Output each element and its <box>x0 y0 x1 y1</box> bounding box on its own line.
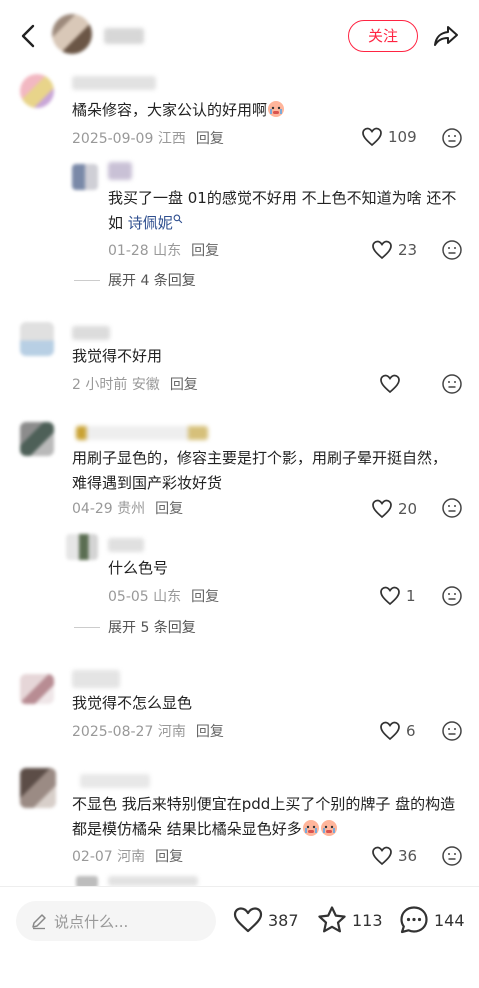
comment-text: 我觉得不好用 <box>72 347 163 365</box>
share-icon[interactable] <box>432 22 460 50</box>
emoji-reaction-icon[interactable] <box>441 720 463 742</box>
comment-input-placeholder: 说点什么... <box>54 912 129 931</box>
comment-meta: 2 小时前 安徽 回复 <box>72 377 198 393</box>
collect-count: 113 <box>352 910 383 930</box>
like-count: 387 <box>268 910 299 930</box>
comment-meta: 02-07 河南 回复 <box>72 849 184 865</box>
pencil-icon <box>32 914 46 930</box>
emoji-reaction-icon[interactable] <box>441 845 463 867</box>
avatar[interactable] <box>72 164 98 190</box>
expand-replies-button[interactable]: 展开 4 条回复 <box>74 270 196 290</box>
divider-line <box>74 279 100 281</box>
username-blurred[interactable] <box>80 774 150 788</box>
reply-button[interactable]: 回复 <box>170 377 198 393</box>
username-blurred[interactable] <box>76 426 208 440</box>
comment-meta: 04-29 贵州 回复 <box>72 501 184 517</box>
heart-icon <box>233 907 263 933</box>
comment-item: 我觉得不好用 2 小时前 安徽 回复 <box>0 318 479 398</box>
comment-meta: 2025-08-27 河南 回复 <box>72 724 224 740</box>
like-post-button[interactable]: 387 <box>232 903 299 937</box>
reply-button[interactable]: 回复 <box>196 131 224 147</box>
emoji-reaction-icon[interactable] <box>441 497 463 519</box>
reply-item: 我买了一盘 01的感觉不好用 不上色不知道为啥 还不如 诗佩妮 01-28 山东… <box>0 158 479 261</box>
username-blurred[interactable] <box>72 670 120 688</box>
comment-item: 不显色 我后来特别便宜在pdd上买了个别的牌子 盘的构造都是模仿橘朵 结果比橘朵… <box>0 764 479 874</box>
comment-item: 橘朵修容，大家公认的好用啊 2025-09-09 江西 回复 109 <box>0 70 479 160</box>
expand-replies-button[interactable]: 展开 5 条回复 <box>74 617 196 637</box>
comment-count: 144 <box>434 910 465 930</box>
chat-bubble-icon <box>400 906 428 934</box>
comments-button[interactable]: 144 <box>398 903 465 937</box>
like-button[interactable]: 20 <box>370 497 417 521</box>
comment-text: 橘朵修容，大家公认的好用啊 <box>72 98 452 123</box>
reply-button[interactable]: 回复 <box>155 501 183 517</box>
avatar[interactable] <box>20 422 54 456</box>
avatar[interactable] <box>20 674 54 704</box>
reply-button[interactable]: 回复 <box>155 849 183 865</box>
comment-text: 什么色号 <box>108 559 169 577</box>
reply-button[interactable]: 回复 <box>196 724 224 740</box>
comment-text: 我买了一盘 01的感觉不好用 不上色不知道为啥 还不如 诗佩妮 <box>108 189 457 232</box>
star-icon <box>318 906 346 933</box>
heart-icon <box>380 721 400 741</box>
mention-link[interactable]: 诗佩妮 <box>128 214 173 232</box>
like-button[interactable]: 109 <box>360 125 417 149</box>
reply-button[interactable]: 回复 <box>191 243 219 259</box>
crying-emoji-icon <box>302 820 319 836</box>
comment-input[interactable]: 说点什么... <box>16 901 216 941</box>
heart-icon <box>362 127 382 147</box>
comment-item: 用刷子显色的，修容主要是打个影，用刷子晕开挺自然，难得遇到国产彩妆好货 04-2… <box>0 418 479 528</box>
crying-emoji-icon <box>268 101 285 117</box>
emoji-reaction-icon[interactable] <box>441 239 463 261</box>
avatar[interactable] <box>20 322 54 356</box>
emoji-reaction-icon[interactable] <box>441 127 463 149</box>
like-button[interactable] <box>378 372 402 396</box>
back-arrow-icon[interactable] <box>14 20 44 52</box>
emoji-reaction-icon[interactable] <box>441 373 463 395</box>
avatar[interactable] <box>66 534 98 560</box>
username-blurred[interactable] <box>108 538 144 552</box>
comment-text: 我觉得不怎么显色 <box>72 694 193 712</box>
author-name-blurred[interactable] <box>104 28 144 44</box>
heart-icon <box>372 240 392 260</box>
like-button[interactable]: 1 <box>378 584 416 608</box>
reply-button[interactable]: 回复 <box>191 589 219 605</box>
heart-icon <box>380 586 400 606</box>
reply-item: 什么色号 05-05 山东 回复 1 <box>0 532 479 612</box>
crying-emoji-icon <box>320 820 337 836</box>
username-blurred[interactable] <box>108 162 132 180</box>
like-button[interactable]: 6 <box>378 719 416 743</box>
emoji-reaction-icon[interactable] <box>441 585 463 607</box>
comment-item: 我觉得不怎么显色 2025-08-27 河南 回复 6 <box>0 664 479 744</box>
username-blurred <box>108 876 198 886</box>
like-button[interactable]: 36 <box>370 844 417 868</box>
comment-text: 用刷子显色的，修容主要是打个影，用刷子晕开挺自然，难得遇到国产彩妆好货 <box>72 449 448 492</box>
comment-meta: 01-28 山东 回复 <box>108 243 220 259</box>
divider-line <box>74 626 100 628</box>
top-bar: 关注 <box>0 0 479 72</box>
comment-meta: 05-05 山东 回复 <box>108 589 220 605</box>
heart-icon <box>380 374 400 394</box>
username-blurred[interactable] <box>72 76 156 90</box>
avatar[interactable] <box>20 74 54 108</box>
comment-text: 不显色 我后来特别便宜在pdd上买了个别的牌子 盘的构造都是模仿橘朵 结果比橘朵… <box>72 795 456 838</box>
follow-button[interactable]: 关注 <box>348 20 418 52</box>
like-button[interactable]: 23 <box>370 238 417 262</box>
search-icon <box>173 214 183 224</box>
comment-meta: 2025-09-09 江西 回复 <box>72 131 224 147</box>
bottom-action-bar: 说点什么... 387 113 144 <box>0 886 479 988</box>
username-blurred[interactable] <box>72 326 110 340</box>
avatar[interactable] <box>20 768 56 808</box>
collect-button[interactable]: 113 <box>316 903 383 937</box>
heart-icon <box>372 846 392 866</box>
author-avatar[interactable] <box>52 14 92 54</box>
heart-icon <box>372 499 392 519</box>
